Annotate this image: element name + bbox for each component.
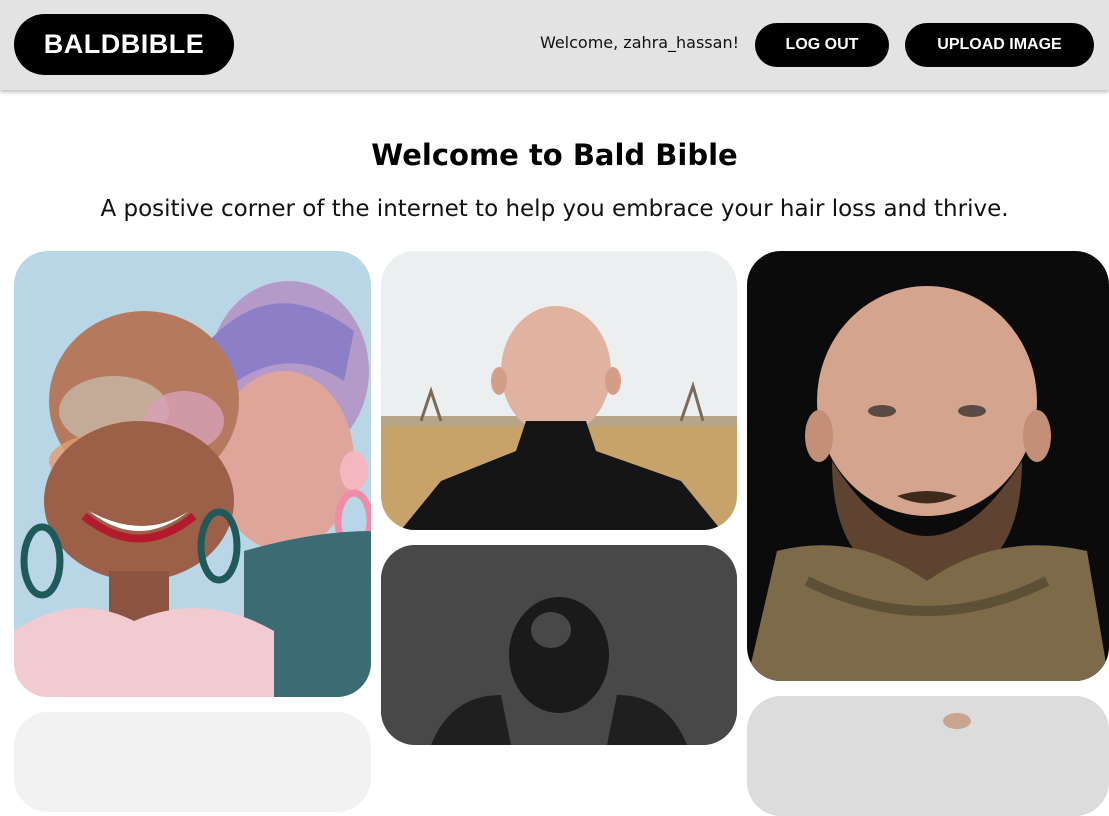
welcome-message: Welcome, zahra_hassan! (539, 33, 739, 52)
two-women-painted-faces-photo (14, 251, 371, 697)
gallery-image-partial-left[interactable] (14, 712, 371, 812)
gallery-image-man-in-field[interactable] (381, 251, 737, 530)
bearded-bald-man-portrait-photo (747, 251, 1109, 681)
logo[interactable]: BALDBIBLE (14, 14, 234, 75)
navbar: BALDBIBLE Welcome, zahra_hassan! LOG OUT… (0, 0, 1109, 90)
partial-image-bottom-left (14, 712, 371, 812)
gallery-image-man-hands-on-head[interactable] (381, 545, 737, 745)
gallery-image-two-women[interactable] (14, 251, 371, 697)
page-tagline: A positive corner of the internet to hel… (100, 196, 1009, 222)
page-title: Welcome to Bald Bible (371, 138, 738, 172)
gallery-image-bearded-man[interactable] (747, 251, 1109, 681)
upload-image-button[interactable]: UPLOAD IMAGE (905, 23, 1094, 67)
gallery-image-partial-right[interactable] (747, 696, 1109, 816)
partial-image-bottom-right (747, 696, 1109, 816)
man-back-of-head-field-photo (381, 251, 737, 530)
logout-button[interactable]: LOG OUT (755, 23, 889, 67)
bald-man-hands-on-head-bw-photo (381, 545, 737, 745)
